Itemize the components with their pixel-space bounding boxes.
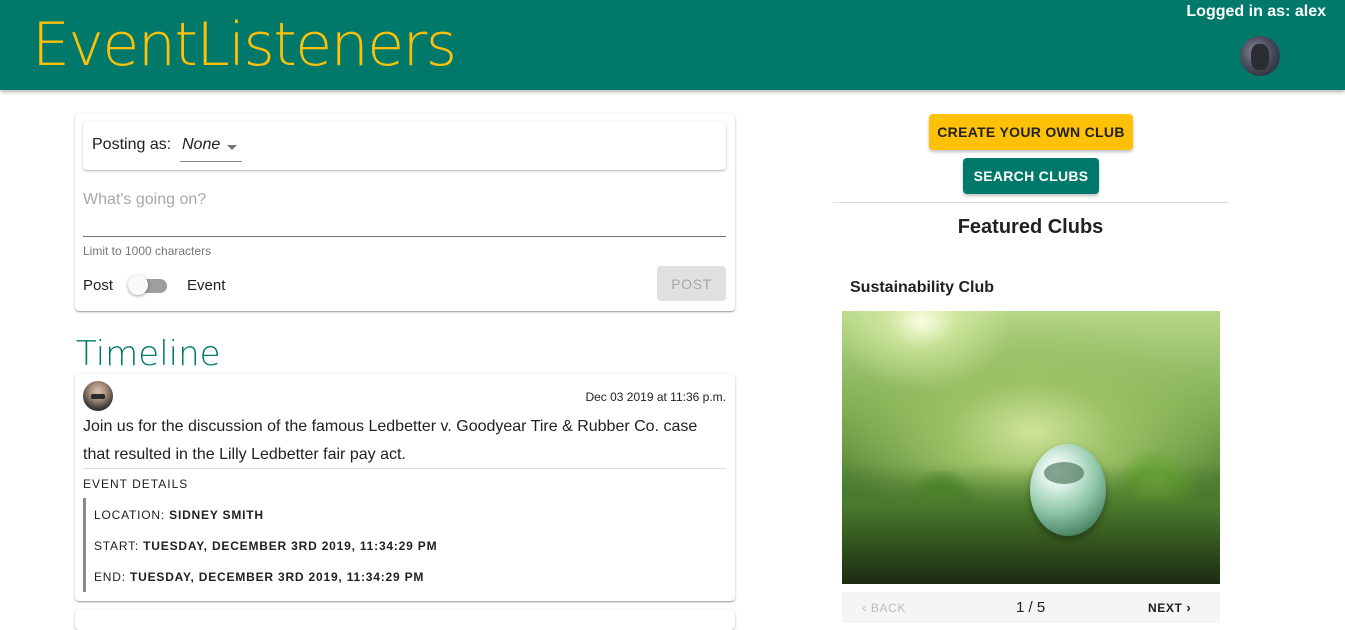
carousel-counter: 1 / 5 [1016,599,1046,616]
user-avatar[interactable] [1240,36,1280,76]
post-date: Dec 03 2019 at 11:36 p.m. [585,390,726,404]
event-details: LOCATION: SIDNEY SMITH START: TUESDAY, D… [83,498,483,592]
post-composer: Posting as: None Limit to 1000 character… [75,114,735,311]
event-start: START: TUESDAY, DECEMBER 3RD 2019, 11:34… [94,539,437,553]
event-start-value: TUESDAY, DECEMBER 3RD 2019, 11:34:29 PM [143,539,438,553]
character-limit-helper: Limit to 1000 characters [83,244,212,258]
event-location: LOCATION: SIDNEY SMITH [94,508,264,522]
back-button[interactable]: ‹ BACK [862,600,906,615]
posting-as-label: Posting as: [92,136,172,153]
timeline-heading: Timeline [76,334,221,374]
toggle-event-label: Event [187,277,226,294]
featured-clubs-heading: Featured Clubs [957,216,1104,238]
post-button[interactable]: POST [657,266,726,301]
chevron-down-icon [227,145,237,150]
app-bar: EventListeners Logged in as: alex [0,0,1345,90]
toggle-post-label: Post [83,277,114,294]
event-start-label: START: [94,539,140,553]
timeline-post: Dec 03 2019 at 11:36 p.m. Join us for th… [75,374,735,601]
event-end-value: TUESDAY, DECEMBER 3RD 2019, 11:34:29 PM [130,570,425,584]
logged-in-label: Logged in as: alex [1186,3,1326,20]
posting-as-value: None [182,136,221,153]
post-event-toggle-row: Post Event [83,275,283,296]
event-location-value: SIDNEY SMITH [169,508,264,522]
create-club-button[interactable]: CREATE YOUR OWN CLUB [929,114,1133,150]
event-location-label: LOCATION: [94,508,165,522]
next-label: NEXT [1148,601,1183,615]
brand-title[interactable]: EventListeners [32,10,457,80]
chevron-right-icon: › [1186,600,1192,615]
search-clubs-button[interactable]: SEARCH CLUBS [963,158,1099,194]
post-text-input[interactable] [83,186,726,237]
featured-club-name[interactable]: Sustainability Club [850,279,994,297]
divider [83,468,726,469]
post-body: Join us for the discussion of the famous… [83,418,698,463]
switch-thumb[interactable] [128,275,148,295]
event-end: END: TUESDAY, DECEMBER 3RD 2019, 11:34:2… [94,570,424,584]
posting-as-select[interactable]: None [180,134,242,162]
carousel-stepper: ‹ BACK 1 / 5 NEXT › [842,592,1220,623]
divider [833,202,1228,203]
back-label: BACK [870,601,906,615]
next-button[interactable]: NEXT › [1148,600,1191,615]
chevron-left-icon: ‹ [862,600,867,615]
event-details-heading: EVENT DETAILS [83,477,189,491]
image-glass-globe [1030,444,1106,536]
timeline-post-next [75,610,735,630]
author-avatar[interactable] [83,381,113,411]
event-end-label: END: [94,570,126,584]
featured-club-image[interactable] [842,311,1220,584]
posting-as-bar: Posting as: None [83,122,726,170]
